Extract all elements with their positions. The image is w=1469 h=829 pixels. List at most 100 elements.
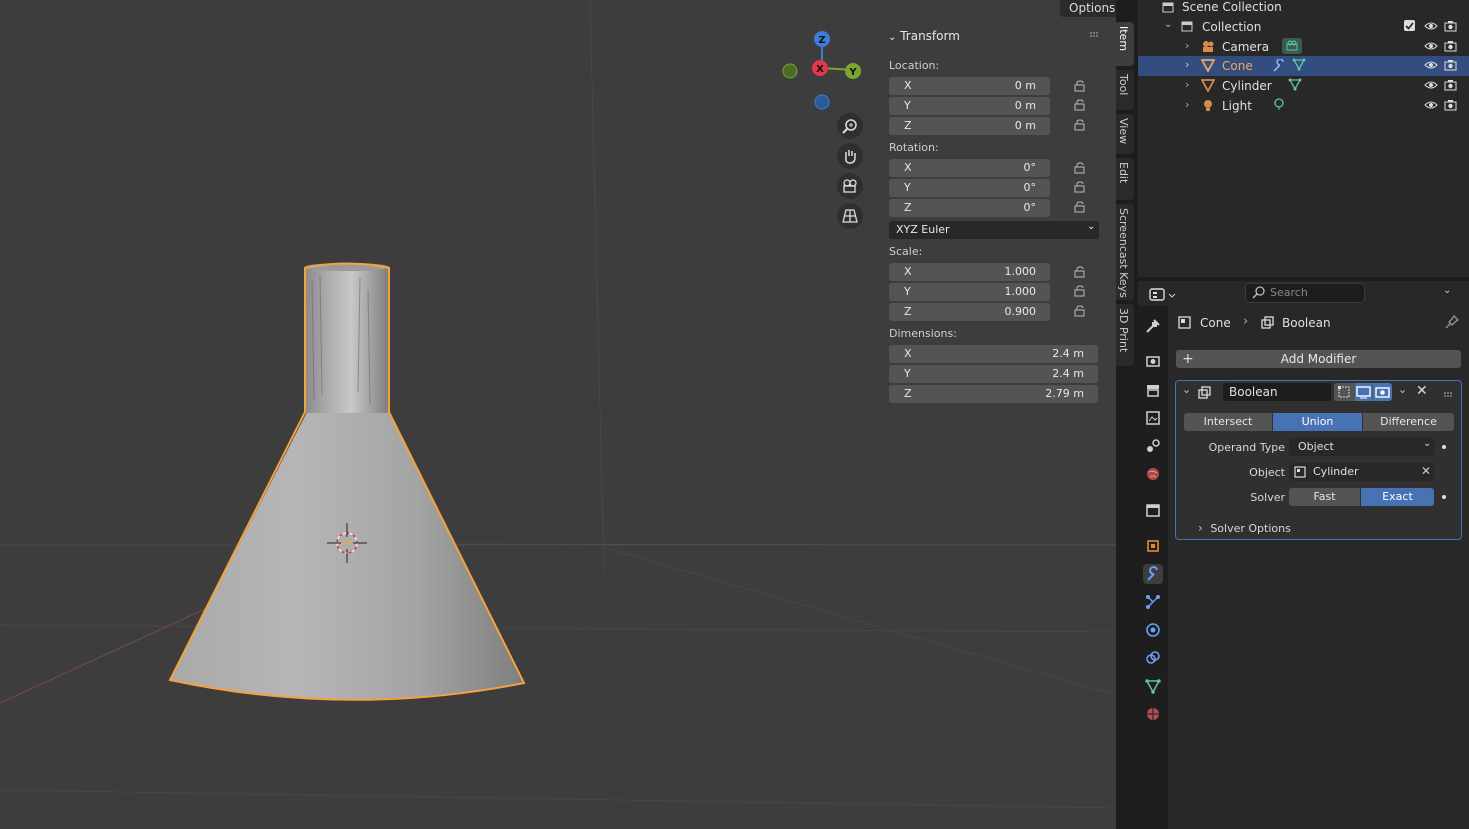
location-y-field[interactable]: Y 0 m <box>889 96 1050 115</box>
dimensions-y-field[interactable]: Y 2.4 m <box>889 364 1098 383</box>
outliner-item-camera[interactable]: › Camera <box>1138 37 1469 57</box>
tab-collection[interactable] <box>1143 500 1163 520</box>
lock-icon[interactable] <box>1074 285 1086 297</box>
wrench-icon[interactable] <box>1272 58 1286 75</box>
breadcrumb-object[interactable]: Cone <box>1200 316 1231 330</box>
outliner-collection[interactable]: ⌄ Collection <box>1138 17 1469 37</box>
lock-icon[interactable] <box>1074 181 1086 193</box>
tab-object[interactable] <box>1143 536 1163 556</box>
outliner-item-light[interactable]: › Light <box>1138 96 1469 116</box>
keyframe-dot-icon[interactable] <box>1442 445 1446 449</box>
solver-options-subpanel[interactable]: › Solver Options <box>1198 521 1291 535</box>
keyframe-dot-icon[interactable] <box>1442 495 1446 499</box>
outliner-scene-collection[interactable]: Scene Collection <box>1138 0 1469 17</box>
tab-tool[interactable] <box>1143 316 1163 336</box>
location-x-field[interactable]: X 0 m <box>889 77 1050 95</box>
eye-icon[interactable] <box>1424 79 1438 94</box>
tab-view[interactable]: View <box>1116 114 1134 154</box>
lock-icon[interactable] <box>1074 266 1086 278</box>
drag-handle-icon[interactable] <box>1444 388 1454 402</box>
rotation-y-field[interactable]: Y 0° <box>889 178 1050 197</box>
render-camera-icon[interactable] <box>1444 20 1457 35</box>
rotation-x-field[interactable]: X 0° <box>889 159 1050 177</box>
mesh-data-icon[interactable] <box>1292 58 1306 74</box>
dimensions-x-field[interactable]: X 2.4 m <box>889 345 1098 363</box>
outliner[interactable]: Scene Collection ⌄ Collection › Camera ›… <box>1138 0 1469 277</box>
tab-item[interactable]: Item <box>1116 22 1134 66</box>
dimensions-z-field[interactable]: Z 2.79 m <box>889 384 1098 403</box>
tab-modifiers[interactable] <box>1143 564 1163 584</box>
chevron-down-icon[interactable]: ⌄ <box>1443 285 1451 296</box>
render-camera-icon[interactable] <box>1444 59 1457 74</box>
op-union-button[interactable]: Union <box>1273 413 1362 431</box>
lock-icon[interactable] <box>1074 162 1086 174</box>
render-camera-icon[interactable] <box>1373 383 1392 401</box>
tab-tool[interactable]: Tool <box>1116 70 1134 110</box>
transform-header[interactable]: ⌄ Transform <box>888 29 960 43</box>
rotation-z-field[interactable]: Z 0° <box>889 198 1050 217</box>
lock-icon[interactable] <box>1074 201 1086 213</box>
eye-icon[interactable] <box>1424 99 1438 114</box>
chevron-down-icon[interactable]: ⌄ <box>1398 383 1407 396</box>
zoom-button[interactable] <box>837 113 863 139</box>
tab-view-layer[interactable] <box>1143 408 1163 428</box>
op-difference-button[interactable]: Difference <box>1363 413 1454 431</box>
tab-3d-print[interactable]: 3D Print <box>1116 304 1134 366</box>
lock-icon[interactable] <box>1074 80 1086 92</box>
viewport-display-icon[interactable] <box>1355 383 1372 401</box>
edit-mode-icon[interactable] <box>1337 385 1351 402</box>
light-data-icon[interactable] <box>1272 98 1286 114</box>
options-dropdown[interactable]: Options ⌄ <box>1060 0 1116 17</box>
close-icon[interactable]: ✕ <box>1416 383 1428 399</box>
tab-material[interactable] <box>1143 704 1163 724</box>
tab-world[interactable] <box>1143 464 1163 484</box>
tab-data[interactable] <box>1143 676 1163 696</box>
tab-output[interactable] <box>1143 380 1163 400</box>
operand-type-select[interactable]: Object ⌄ <box>1289 438 1434 456</box>
camera-view-button[interactable] <box>837 173 863 199</box>
pin-icon[interactable] <box>1445 314 1460 332</box>
eye-icon[interactable] <box>1424 40 1438 55</box>
chevron-right-icon: › <box>1185 39 1190 52</box>
checkbox-icon[interactable] <box>1404 20 1415 31</box>
pan-button[interactable] <box>837 143 863 169</box>
chevron-down-icon[interactable]: ⌄ <box>1182 383 1191 396</box>
add-modifier-button[interactable]: + Add Modifier <box>1176 350 1461 368</box>
scale-z-field[interactable]: Z 0.900 <box>889 302 1050 321</box>
lock-icon[interactable] <box>1074 119 1086 131</box>
solver-exact-button[interactable]: Exact <box>1361 488 1434 506</box>
breadcrumb-modifier[interactable]: Boolean <box>1282 316 1331 330</box>
location-z-field[interactable]: Z 0 m <box>889 116 1050 135</box>
tab-edit[interactable]: Edit <box>1116 158 1134 200</box>
scale-y-field[interactable]: Y 1.000 <box>889 282 1050 301</box>
op-intersect-button[interactable]: Intersect <box>1184 413 1272 431</box>
render-camera-icon[interactable] <box>1444 99 1457 114</box>
mesh-data-icon[interactable] <box>1288 78 1302 94</box>
editor-type-button[interactable] <box>1148 285 1178 305</box>
eye-icon[interactable] <box>1424 59 1438 74</box>
rotation-mode-select[interactable]: XYZ Euler ⌄ <box>889 221 1099 239</box>
tab-screencast-keys[interactable]: Screencast Keys <box>1116 204 1134 300</box>
render-camera-icon[interactable] <box>1444 79 1457 94</box>
clear-icon[interactable]: ✕ <box>1421 464 1431 478</box>
perspective-toggle-button[interactable] <box>837 203 863 229</box>
lock-icon[interactable] <box>1074 99 1086 111</box>
lock-icon[interactable] <box>1074 305 1086 317</box>
tab-physics[interactable] <box>1143 620 1163 640</box>
eye-icon[interactable] <box>1424 20 1438 35</box>
outliner-item-cylinder[interactable]: › Cylinder <box>1138 76 1469 96</box>
render-camera-icon[interactable] <box>1444 40 1457 55</box>
solver-fast-button[interactable]: Fast <box>1289 488 1360 506</box>
camera-data-icon[interactable] <box>1282 38 1302 54</box>
tab-constraints[interactable] <box>1143 648 1163 668</box>
drag-handle-icon[interactable] <box>1090 28 1100 37</box>
scale-x-field[interactable]: X 1.000 <box>889 263 1050 281</box>
tab-particles[interactable] <box>1143 592 1163 612</box>
tab-render[interactable] <box>1143 351 1163 371</box>
chevron-right-icon: › <box>1198 521 1203 535</box>
tab-scene[interactable] <box>1143 436 1163 456</box>
search-input[interactable]: Search <box>1245 283 1365 303</box>
object-picker-field[interactable]: Cylinder ✕ <box>1289 463 1434 481</box>
modifier-name-field[interactable]: Boolean <box>1223 383 1331 401</box>
outliner-item-cone[interactable]: › Cone <box>1138 56 1469 76</box>
